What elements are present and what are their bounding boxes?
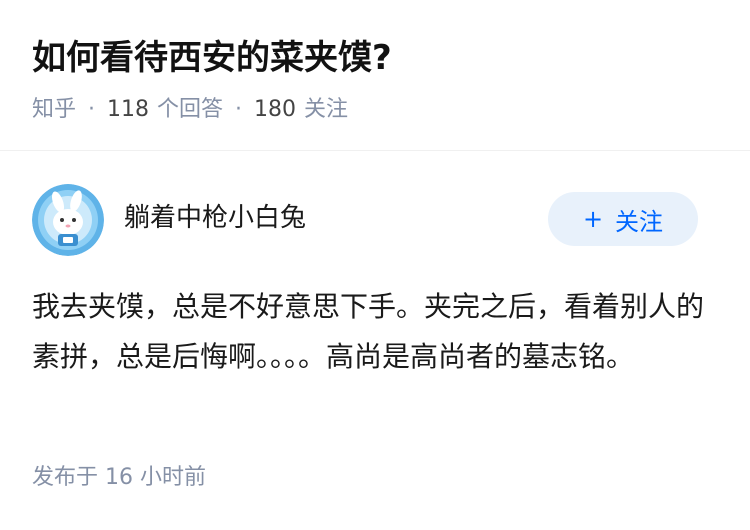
followers-label: 关注 — [304, 97, 349, 122]
meta-separator: · — [235, 97, 243, 122]
question-meta: 知乎 · 118 个回答 · 180 关注 — [32, 94, 348, 126]
author-name[interactable]: 躺着中枪小白兔 — [124, 200, 306, 236]
answers-count: 118 — [107, 97, 150, 122]
source-label[interactable]: 知乎 — [32, 94, 76, 126]
meta-separator: · — [88, 97, 96, 122]
answer-author-row: 躺着中枪小白兔 + 关注 — [32, 180, 698, 260]
answer-time: 发布于 16 小时前 — [32, 465, 206, 490]
bunny-astronaut-avatar-icon — [32, 184, 104, 256]
answer-content[interactable]: 我去夹馍，总是不好意思下手。夹完之后，看着别人的素拼，总是后悔啊。。。。高尚是高… — [32, 282, 718, 382]
follow-button[interactable]: + 关注 — [548, 192, 698, 246]
avatar[interactable] — [32, 184, 104, 256]
answers-label: 个回答 — [157, 97, 224, 122]
follow-label: 关注 — [615, 207, 664, 236]
plus-icon: + — [582, 205, 604, 233]
question-title[interactable]: 如何看待西安的菜夹馍? — [32, 34, 392, 82]
followers-count: 180 — [254, 97, 297, 122]
question-header: 如何看待西安的菜夹馍? 知乎 · 118 个回答 · 180 关注 — [0, 0, 750, 151]
